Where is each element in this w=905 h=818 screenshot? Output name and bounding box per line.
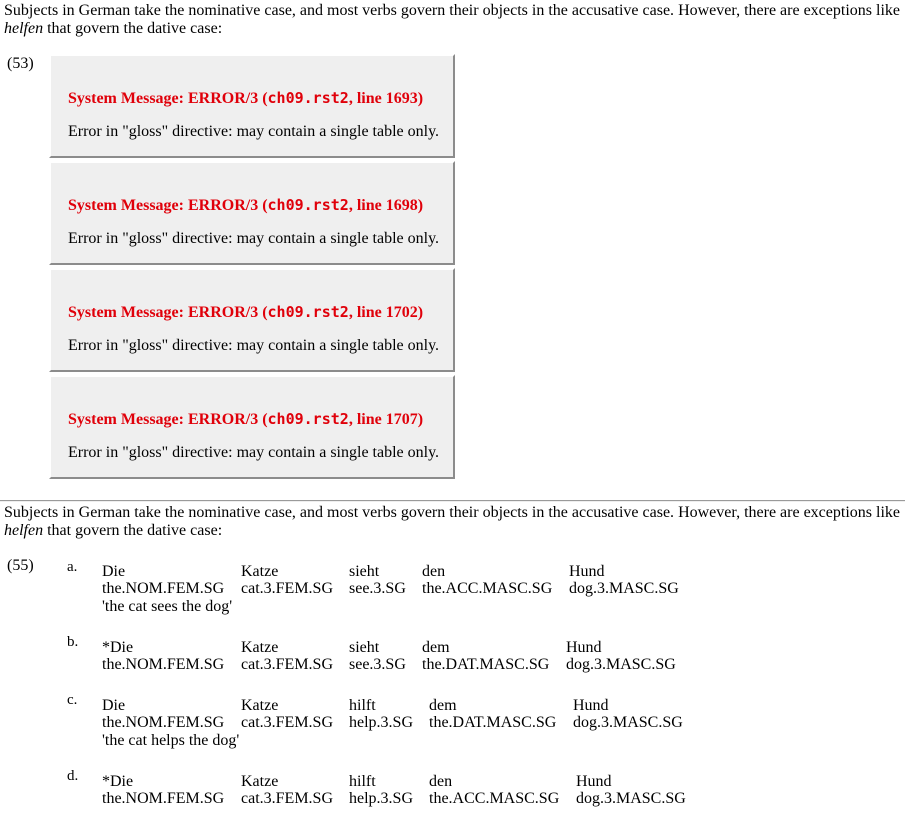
gloss-morph: see.3.SG bbox=[349, 580, 406, 597]
gloss-word: dem bbox=[422, 639, 450, 656]
gloss-word: hilft bbox=[349, 773, 376, 790]
gloss-morph: the.NOM.FEM.SG bbox=[102, 656, 225, 673]
gloss-word: Die bbox=[102, 563, 126, 580]
sub-example-label: c. bbox=[67, 692, 78, 708]
system-message-body: Error in "gloss" directive: may contain … bbox=[68, 230, 440, 247]
gloss-morph: dog.3.MASC.SG bbox=[566, 656, 676, 673]
gloss-word: Katze bbox=[241, 563, 279, 580]
gloss-word: *Die bbox=[102, 639, 134, 656]
intro-emphasis: helfen bbox=[4, 20, 44, 37]
gloss-morph: the.NOM.FEM.SG bbox=[102, 580, 225, 597]
gloss-word: Hund bbox=[566, 639, 602, 656]
intro-emphasis: helfen bbox=[4, 522, 44, 539]
intro-paragraph-2: Subjects in German take the nominative c… bbox=[4, 504, 900, 540]
sub-example-label: a. bbox=[67, 559, 78, 575]
sub-example-label: b. bbox=[67, 634, 79, 650]
intro-text-end: that govern the dative case: bbox=[47, 522, 223, 539]
gloss-word: Katze bbox=[241, 773, 279, 790]
gloss-word: den bbox=[422, 563, 446, 580]
gloss-morph: dog.3.MASC.SG bbox=[576, 790, 686, 807]
gloss-word: Katze bbox=[241, 639, 279, 656]
gloss-morph: cat.3.FEM.SG bbox=[241, 580, 333, 597]
system-message-box: System Message: ERROR/3 (ch09.rst2, line… bbox=[49, 375, 455, 479]
system-message-box: System Message: ERROR/3 (ch09.rst2, line… bbox=[49, 54, 455, 158]
gloss-morph: cat.3.FEM.SG bbox=[241, 714, 333, 731]
filename-code: ch09.rst2 bbox=[267, 303, 349, 321]
gloss-morph: the.NOM.FEM.SG bbox=[102, 714, 225, 731]
gloss-morph: the.DAT.MASC.SG bbox=[422, 656, 550, 673]
gloss-morph: cat.3.FEM.SG bbox=[241, 790, 333, 807]
intro-text: Subjects in German take the nominative c… bbox=[4, 504, 900, 521]
filename-code: ch09.rst2 bbox=[267, 410, 349, 428]
gloss-word: sieht bbox=[349, 639, 380, 656]
gloss-morph: help.3.SG bbox=[349, 790, 413, 807]
example-number-53: (53) bbox=[7, 55, 34, 72]
system-message-title: System Message: ERROR/3 (ch09.rst2, line… bbox=[68, 303, 424, 321]
gloss-morph: the.NOM.FEM.SG bbox=[102, 790, 225, 807]
gloss-word: Hund bbox=[576, 773, 612, 790]
filename-code: ch09.rst2 bbox=[267, 196, 349, 214]
gloss-morph: see.3.SG bbox=[349, 656, 406, 673]
system-message-box: System Message: ERROR/3 (ch09.rst2, line… bbox=[49, 161, 455, 265]
gloss-morph: cat.3.FEM.SG bbox=[241, 656, 333, 673]
gloss-morph: help.3.SG bbox=[349, 714, 413, 731]
sub-example-label: d. bbox=[67, 768, 79, 784]
gloss-word: dem bbox=[429, 697, 457, 714]
system-message-box: System Message: ERROR/3 (ch09.rst2, line… bbox=[49, 268, 455, 372]
gloss-word: *Die bbox=[102, 773, 134, 790]
system-message-body: Error in "gloss" directive: may contain … bbox=[68, 444, 440, 461]
gloss-translation: 'the cat sees the dog' bbox=[102, 598, 233, 615]
system-message-title: System Message: ERROR/3 (ch09.rst2, line… bbox=[68, 410, 424, 428]
intro-text: Subjects in German take the nominative c… bbox=[4, 2, 900, 19]
gloss-morph: the.ACC.MASC.SG bbox=[429, 790, 560, 807]
gloss-morph: the.ACC.MASC.SG bbox=[422, 580, 553, 597]
gloss-word: Die bbox=[102, 697, 126, 714]
intro-text-end: that govern the dative case: bbox=[47, 20, 223, 37]
gloss-word: den bbox=[429, 773, 453, 790]
gloss-translation: 'the cat helps the dog' bbox=[102, 732, 240, 749]
horizontal-rule bbox=[0, 500, 905, 502]
gloss-word: Hund bbox=[569, 563, 605, 580]
intro-paragraph-1: Subjects in German take the nominative c… bbox=[4, 2, 900, 38]
example-number-55: (55) bbox=[7, 557, 34, 574]
filename-code: ch09.rst2 bbox=[267, 89, 349, 107]
gloss-word: Katze bbox=[241, 697, 279, 714]
gloss-word: hilft bbox=[349, 697, 376, 714]
gloss-morph: the.DAT.MASC.SG bbox=[429, 714, 557, 731]
gloss-morph: dog.3.MASC.SG bbox=[573, 714, 683, 731]
system-message-body: Error in "gloss" directive: may contain … bbox=[68, 337, 440, 354]
gloss-word: sieht bbox=[349, 563, 380, 580]
system-message-body: Error in "gloss" directive: may contain … bbox=[68, 123, 440, 140]
system-message-title: System Message: ERROR/3 (ch09.rst2, line… bbox=[68, 196, 424, 214]
system-message-title: System Message: ERROR/3 (ch09.rst2, line… bbox=[68, 89, 424, 107]
gloss-word: Hund bbox=[573, 697, 609, 714]
gloss-morph: dog.3.MASC.SG bbox=[569, 580, 679, 597]
